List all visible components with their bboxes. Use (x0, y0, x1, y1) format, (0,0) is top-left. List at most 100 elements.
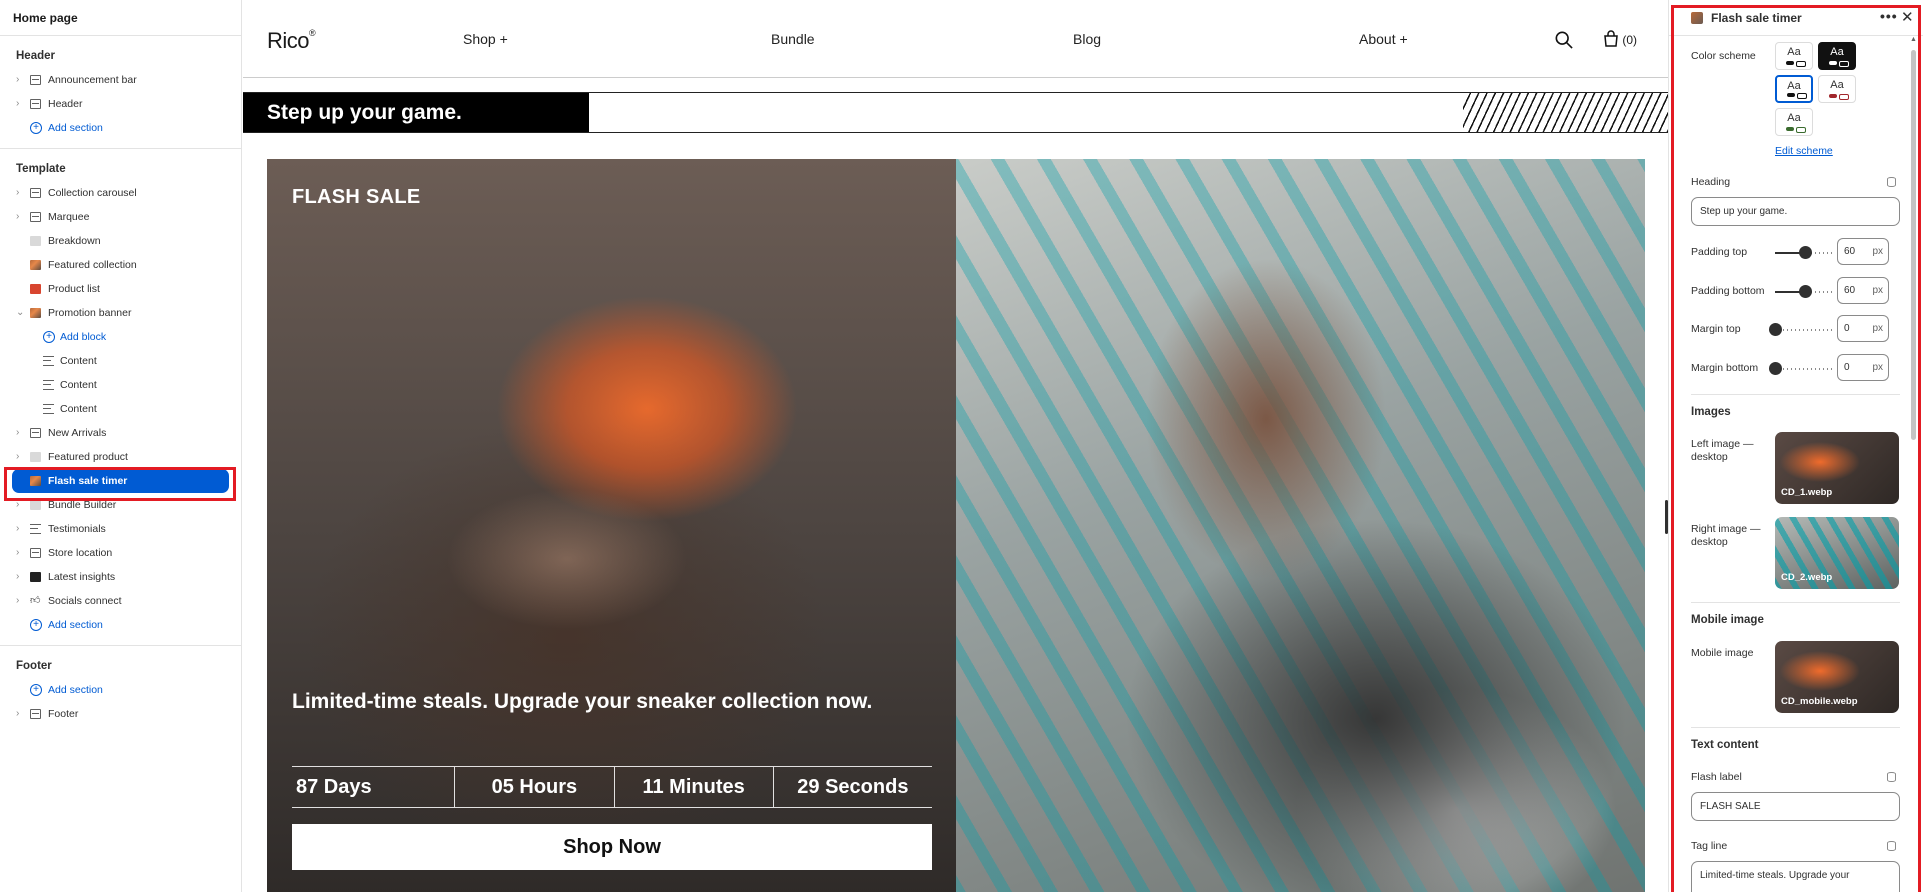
chevron-right-icon[interactable]: › (16, 565, 26, 589)
color-scheme-swatch-5[interactable]: Aa (1775, 108, 1813, 136)
section-header[interactable]: › Header (0, 92, 241, 116)
padding-top-input[interactable]: 60 px (1837, 238, 1889, 265)
add-section-header-button[interactable]: + Add section (0, 116, 241, 140)
color-scheme-swatch-1[interactable]: Aa (1775, 42, 1813, 70)
section-icon (30, 428, 41, 438)
slider-handle[interactable] (1799, 246, 1812, 259)
section-product-list[interactable]: Product list (0, 277, 241, 301)
chevron-down-icon[interactable]: ⌄ (16, 301, 26, 325)
padding-bottom-input[interactable]: 60 px (1837, 277, 1889, 304)
chevron-right-icon[interactable]: › (16, 421, 26, 445)
color-scheme-swatch-3[interactable]: Aa (1775, 75, 1813, 103)
timer-minutes: 11 Minutes (613, 767, 773, 807)
padding-top-slider[interactable] (1775, 246, 1835, 259)
section-collection-carousel[interactable]: › Collection carousel (0, 181, 241, 205)
section-featured-collection[interactable]: Featured collection (0, 253, 241, 277)
section-heading: Step up your game. (243, 93, 589, 132)
block-content[interactable]: Content (0, 373, 241, 397)
text-content-section-title: Text content (1691, 739, 1759, 751)
plus-circle-icon: + (30, 684, 42, 696)
section-announcement-bar[interactable]: › Announcement bar (0, 68, 241, 92)
section-store-location[interactable]: › Store location (0, 541, 241, 565)
add-section-footer-button[interactable]: + Add section (0, 678, 241, 702)
chevron-right-icon[interactable]: › (16, 541, 26, 565)
plus-circle-icon: + (43, 331, 55, 343)
thumbs-up-icon: 👍︎ (30, 595, 41, 606)
divider (0, 645, 241, 646)
color-scheme-swatch-4[interactable]: Aa (1818, 75, 1856, 103)
testimonials-icon (30, 524, 41, 534)
mobile-image-picker[interactable]: CD_mobile.webp (1775, 641, 1899, 713)
section-testimonials[interactable]: › Testimonials (0, 517, 241, 541)
section-featured-product[interactable]: › Featured product (0, 445, 241, 469)
store-logo[interactable]: Rico® (267, 28, 316, 54)
panel-title: Flash sale timer (1711, 11, 1802, 25)
cart-button[interactable]: (0) (1603, 30, 1637, 47)
chevron-right-icon[interactable]: › (16, 205, 26, 229)
storefront-preview: Rico® Shop + Bundle Blog About + (0) Ste… (243, 0, 1668, 892)
shopping-bag-icon (1604, 30, 1618, 47)
chevron-right-icon[interactable]: › (16, 589, 26, 613)
right-image-label: Right image — desktop (1691, 523, 1761, 548)
chevron-right-icon[interactable]: › (16, 445, 26, 469)
page-selector[interactable]: Home page (0, 0, 241, 36)
close-icon[interactable]: ✕ (1901, 8, 1914, 26)
block-content[interactable]: Content (0, 397, 241, 421)
slider-handle[interactable] (1769, 323, 1782, 336)
flash-label-input[interactable]: FLASH SALE (1691, 792, 1900, 821)
tag-line-input[interactable]: Limited-time steals. Upgrade your (1691, 861, 1900, 892)
dynamic-source-icon[interactable] (1887, 772, 1896, 782)
section-promotion-banner[interactable]: ⌄ Promotion banner (0, 301, 241, 325)
heading-input[interactable]: Step up your game. (1691, 197, 1900, 226)
header-group-title: Header (16, 50, 55, 62)
section-marquee[interactable]: › Marquee (0, 205, 241, 229)
left-image-picker[interactable]: CD_1.webp (1775, 432, 1899, 504)
right-image-picker[interactable]: CD_2.webp (1775, 517, 1899, 589)
add-block-button[interactable]: + Add block (0, 325, 241, 349)
padding-bottom-slider[interactable] (1775, 285, 1835, 298)
divider (0, 148, 241, 149)
text-block-icon (43, 356, 54, 366)
padding-top-label: Padding top (1691, 246, 1748, 258)
block-content[interactable]: Content (0, 349, 241, 373)
scrollbar-thumb[interactable] (1911, 50, 1916, 440)
margin-top-input[interactable]: 0 px (1837, 315, 1889, 342)
nav-about[interactable]: About + (1359, 31, 1408, 47)
chevron-right-icon[interactable]: › (16, 68, 26, 92)
dynamic-source-icon[interactable] (1887, 841, 1896, 851)
slider-handle[interactable] (1769, 362, 1782, 375)
chevron-right-icon[interactable]: › (16, 517, 26, 541)
chevron-right-icon[interactable]: › (16, 702, 26, 726)
section-socials-connect[interactable]: › 👍︎ Socials connect (0, 589, 241, 613)
image-thumbnail-icon (30, 236, 41, 246)
section-footer[interactable]: › Footer (0, 702, 241, 726)
slider-handle[interactable] (1799, 285, 1812, 298)
nav-shop[interactable]: Shop + (463, 31, 508, 47)
margin-top-slider[interactable] (1769, 323, 1835, 336)
divider (1691, 394, 1900, 395)
nav-bundle[interactable]: Bundle (771, 31, 815, 47)
decorative-hatch (1463, 93, 1668, 132)
margin-bottom-input[interactable]: 0 px (1837, 354, 1889, 381)
section-latest-insights[interactable]: › Latest insights (0, 565, 241, 589)
add-section-template-button[interactable]: + Add section (0, 613, 241, 637)
color-scheme-swatch-2[interactable]: Aa (1818, 42, 1856, 70)
scroll-up-icon[interactable]: ▲ (1910, 36, 1917, 43)
hero-right-image (956, 159, 1645, 892)
more-options-icon[interactable]: ••• (1880, 8, 1898, 24)
chevron-right-icon[interactable]: › (16, 92, 26, 116)
section-breakdown[interactable]: Breakdown (0, 229, 241, 253)
image-thumbnail-icon (30, 500, 41, 510)
edit-scheme-link[interactable]: Edit scheme (1775, 145, 1833, 157)
margin-bottom-slider[interactable] (1769, 362, 1835, 375)
theme-editor: Home page Header › Announcement bar › He… (0, 0, 1923, 892)
section-new-arrivals[interactable]: › New Arrivals (0, 421, 241, 445)
chevron-right-icon[interactable]: › (16, 181, 26, 205)
search-icon[interactable] (1555, 31, 1573, 49)
text-block-icon (43, 380, 54, 390)
shop-now-button[interactable]: Shop Now (292, 824, 932, 870)
dynamic-source-icon[interactable] (1887, 177, 1896, 187)
nav-blog[interactable]: Blog (1073, 31, 1101, 47)
footer-group-title: Footer (16, 660, 52, 672)
panel-scrollbar[interactable]: ▲ (1910, 36, 1917, 892)
